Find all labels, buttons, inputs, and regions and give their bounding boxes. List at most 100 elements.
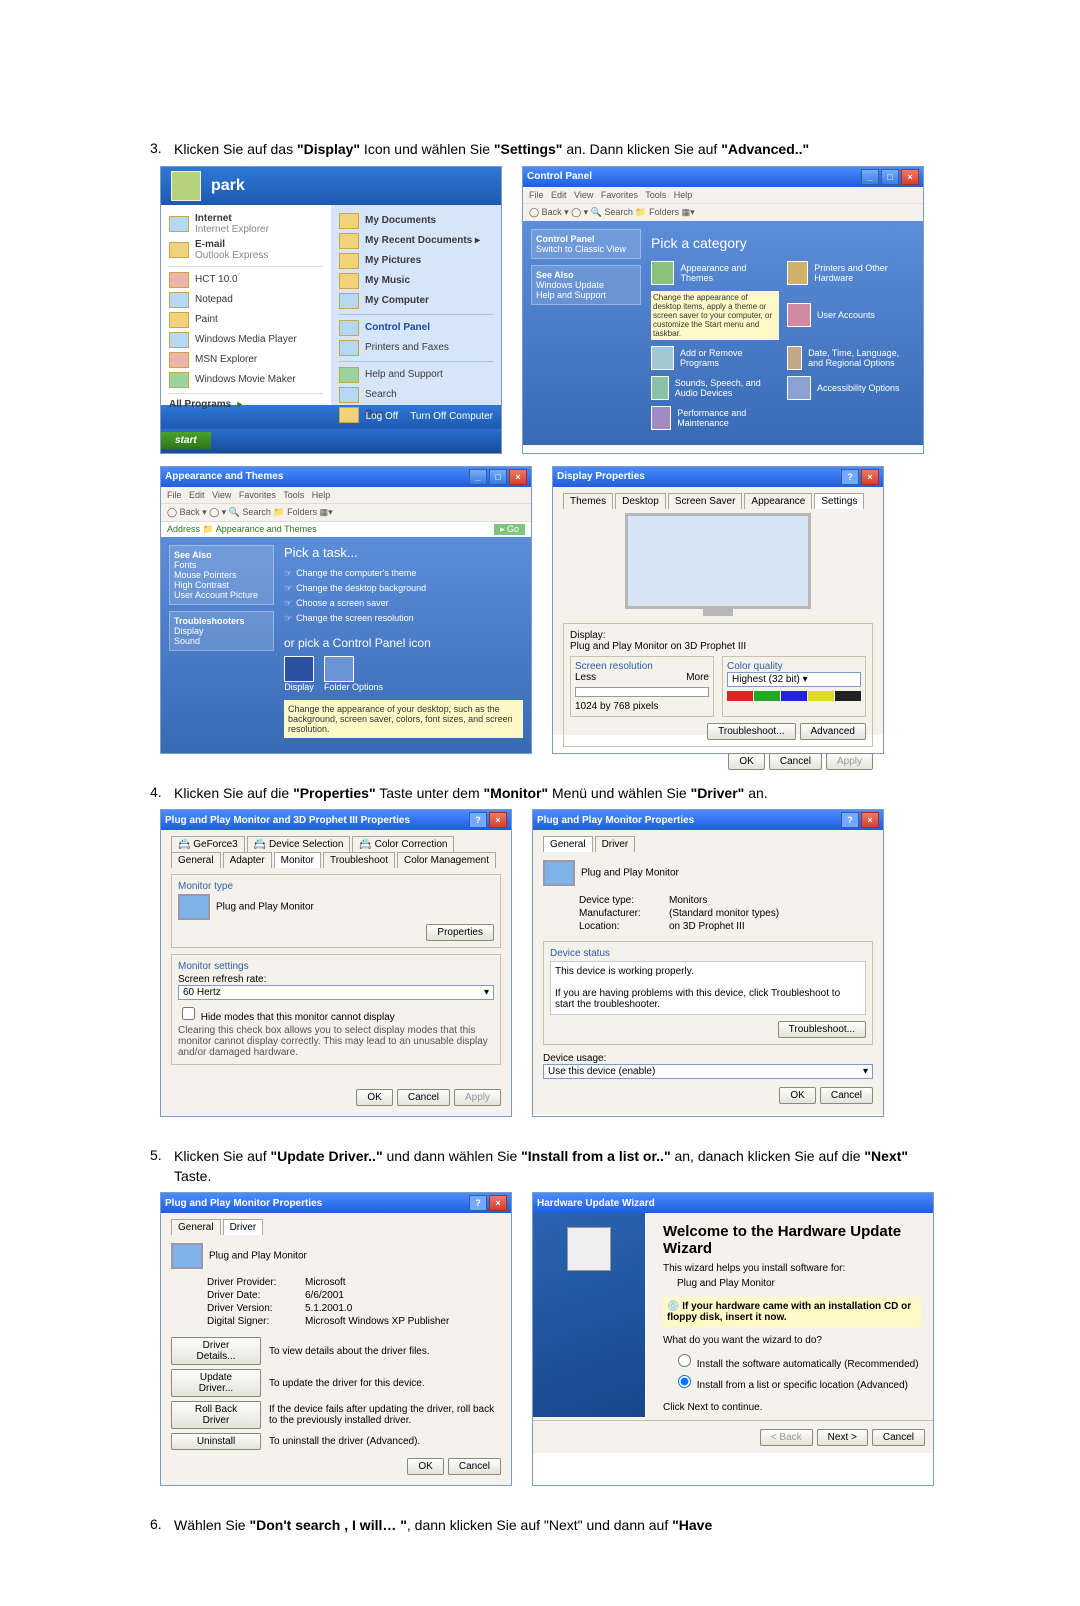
tab-themes[interactable]: Themes	[563, 493, 613, 509]
cancel-button[interactable]: Cancel	[397, 1089, 450, 1106]
tab-devsel[interactable]: 📇 Device Selection	[247, 836, 351, 852]
cancel-button[interactable]: Cancel	[448, 1458, 501, 1475]
cancel-button[interactable]: Cancel	[820, 1087, 873, 1104]
tab-general[interactable]: General	[171, 1219, 221, 1235]
start-item-email[interactable]: E-mailOutlook Express	[169, 237, 323, 263]
troubleshoot-button[interactable]: Troubleshoot...	[778, 1021, 866, 1038]
tab-colorc[interactable]: 📇 Color Correction	[352, 836, 454, 852]
rollback-driver-button[interactable]: Roll Back Driver	[171, 1401, 261, 1429]
tab-appearance[interactable]: Appearance	[744, 493, 812, 509]
start-recent[interactable]: My Recent Documents ▸	[339, 231, 493, 251]
cat-users[interactable]: User Accounts	[787, 291, 915, 340]
start-item-internet[interactable]: InternetInternet Explorer	[169, 211, 323, 237]
minimize-icon[interactable]: _	[469, 469, 487, 485]
start-my-documents[interactable]: My Documents	[339, 211, 493, 231]
tab-saver[interactable]: Screen Saver	[668, 493, 743, 509]
tab-troubleshoot[interactable]: Troubleshoot	[323, 852, 395, 868]
cat-network[interactable]: Change the appearance of desktop items, …	[651, 291, 779, 340]
tab-general[interactable]: General	[171, 852, 221, 868]
start-item-msn[interactable]: MSN Explorer	[169, 350, 323, 370]
cat-appearance[interactable]: Appearance and Themes	[651, 261, 779, 285]
next-button[interactable]: Next >	[817, 1429, 868, 1446]
help-icon[interactable]: ?	[841, 812, 859, 828]
color-quality-select[interactable]: Highest (32 bit) ▾	[727, 672, 861, 687]
start-item-hct[interactable]: HCT 10.0	[169, 270, 323, 290]
advanced-button[interactable]: Advanced	[800, 723, 866, 740]
turnoff-button[interactable]: Turn Off Computer	[410, 411, 493, 422]
start-search[interactable]: Search	[339, 385, 493, 405]
close-icon[interactable]: ×	[861, 469, 879, 485]
uninstall-button[interactable]: Uninstall	[171, 1433, 261, 1450]
avatar	[171, 171, 201, 201]
ok-button[interactable]: OK	[356, 1089, 392, 1106]
start-button[interactable]: start	[161, 432, 211, 449]
close-icon[interactable]: ×	[861, 812, 879, 828]
resolution-value: 1024 by 768 pixels	[575, 701, 709, 712]
cat-performance[interactable]: Performance and Maintenance	[651, 406, 779, 430]
cat-datetime[interactable]: Date, Time, Language, and Regional Optio…	[787, 346, 915, 370]
tab-desktop[interactable]: Desktop	[615, 493, 666, 509]
tab-general[interactable]: General	[543, 836, 593, 852]
accessibility-icon	[787, 376, 811, 400]
tab-adapter[interactable]: Adapter	[223, 852, 272, 868]
tab-settings[interactable]: Settings	[814, 493, 864, 509]
logoff-button[interactable]: Log Off	[366, 411, 399, 422]
tab-monitor[interactable]: Monitor	[274, 852, 321, 868]
icon-folder-options[interactable]: Folder Options	[324, 656, 383, 692]
help-icon[interactable]: ?	[469, 812, 487, 828]
start-control-panel[interactable]: Control Panel	[339, 318, 493, 338]
cat-printers[interactable]: Printers and Other Hardware	[787, 261, 915, 285]
apply-button[interactable]: Apply	[826, 753, 873, 770]
maximize-icon[interactable]: □	[489, 469, 507, 485]
start-help[interactable]: Help and Support	[339, 365, 493, 385]
cat-accessibility[interactable]: Accessibility Options	[787, 376, 915, 400]
start-item-notepad[interactable]: Notepad	[169, 290, 323, 310]
help-icon[interactable]: ?	[469, 1195, 487, 1211]
update-driver-button[interactable]: Update Driver...	[171, 1369, 261, 1397]
cancel-button[interactable]: Cancel	[872, 1429, 925, 1446]
tab-driver[interactable]: Driver	[223, 1219, 264, 1235]
close-icon[interactable]: ×	[489, 812, 507, 828]
driver-details-button[interactable]: Driver Details...	[171, 1337, 261, 1365]
cat-addremove[interactable]: Add or Remove Programs	[651, 346, 779, 370]
task-theme[interactable]: Change the computer's theme	[284, 566, 523, 581]
ok-button[interactable]: OK	[779, 1087, 815, 1104]
start-item-wmm[interactable]: Windows Movie Maker	[169, 370, 323, 390]
close-icon[interactable]: ×	[509, 469, 527, 485]
tab-driver[interactable]: Driver	[595, 836, 636, 852]
start-music[interactable]: My Music	[339, 271, 493, 291]
tab-geforce[interactable]: 📇 GeForce3	[171, 836, 245, 852]
hide-modes-check[interactable]	[182, 1007, 195, 1020]
ok-button[interactable]: OK	[407, 1458, 443, 1475]
troubleshoot-button[interactable]: Troubleshoot...	[707, 723, 795, 740]
maximize-icon[interactable]: □	[881, 169, 899, 185]
start-item-wmp[interactable]: Windows Media Player	[169, 330, 323, 350]
back-button[interactable]: < Back	[760, 1429, 813, 1446]
properties-button[interactable]: Properties	[426, 924, 494, 941]
task-background[interactable]: Change the desktop background	[284, 581, 523, 596]
device-usage-select[interactable]: Use this device (enable) ▾	[543, 1064, 873, 1079]
task-resolution[interactable]: Change the screen resolution	[284, 611, 523, 626]
help-icon[interactable]: ?	[841, 469, 859, 485]
opt-auto[interactable]: Install the software automatically (Reco…	[673, 1350, 921, 1371]
resolution-slider[interactable]	[575, 687, 709, 697]
start-computer[interactable]: My Computer	[339, 291, 493, 311]
close-icon[interactable]: ×	[901, 169, 919, 185]
ok-button[interactable]: OK	[728, 753, 764, 770]
start-item-paint[interactable]: Paint	[169, 310, 323, 330]
opt-list[interactable]: Install from a list or specific location…	[673, 1371, 921, 1392]
tab-colorm[interactable]: Color Management	[397, 852, 496, 868]
cat-sounds[interactable]: Sounds, Speech, and Audio Devices	[651, 376, 779, 400]
refresh-rate-select[interactable]: 60 Hertz ▾	[178, 985, 494, 1000]
start-all-programs[interactable]: All Programs ▸	[169, 397, 323, 412]
step-text: Klicken Sie auf "Update Driver.." und da…	[174, 1147, 940, 1186]
cancel-button[interactable]: Cancel	[769, 753, 822, 770]
start-pictures[interactable]: My Pictures	[339, 251, 493, 271]
window-title: Plug and Play Monitor and 3D Prophet III…	[165, 815, 410, 826]
start-printers[interactable]: Printers and Faxes	[339, 338, 493, 358]
apply-button[interactable]: Apply	[454, 1089, 501, 1106]
icon-display[interactable]: Display	[284, 656, 314, 692]
close-icon[interactable]: ×	[489, 1195, 507, 1211]
task-saver[interactable]: Choose a screen saver	[284, 596, 523, 611]
minimize-icon[interactable]: _	[861, 169, 879, 185]
